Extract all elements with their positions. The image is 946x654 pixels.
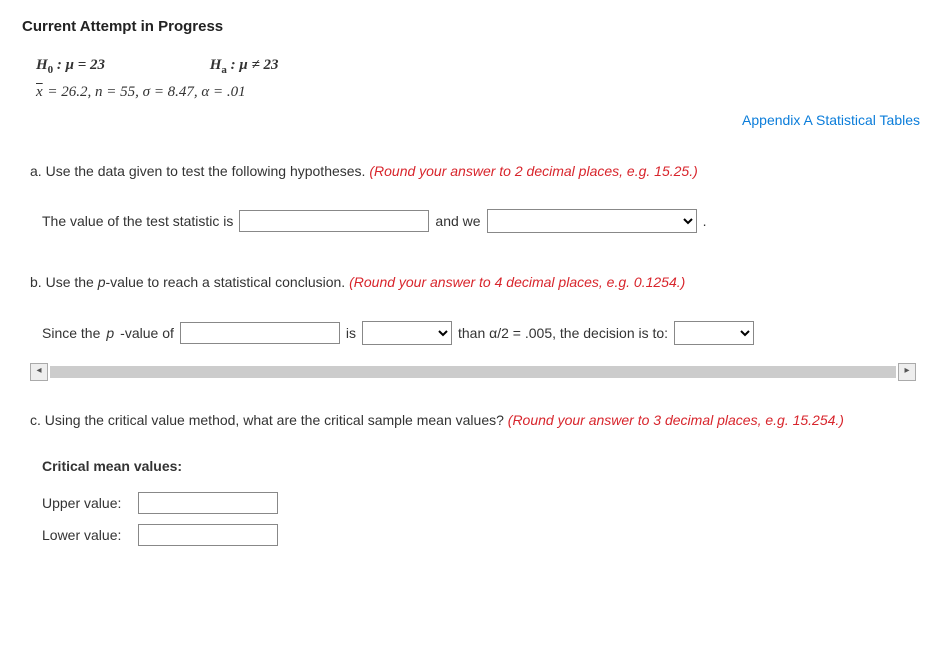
part-a-answer-row: The value of the test statistic is and w… <box>42 209 924 233</box>
stats-line: = 26.2, n = 55, σ = 8.47, α = .01 <box>44 84 246 100</box>
part-b-label: b. <box>30 274 46 290</box>
upper-value-label: Upper value: <box>42 495 132 511</box>
test-statistic-label: The value of the test statistic is <box>42 213 233 229</box>
critical-values-heading: Critical mean values: <box>42 458 924 474</box>
scroll-track[interactable] <box>50 366 896 378</box>
comparison-select[interactable] <box>362 321 452 345</box>
and-we-label: and we <box>435 213 480 229</box>
decision-select-b[interactable] <box>674 321 754 345</box>
part-b-answer-row: Since the p -value of is than α/2 = .005,… <box>42 321 924 345</box>
ha-body: : μ ≠ 23 <box>227 57 279 73</box>
since-before: Since the <box>42 325 100 341</box>
decision-select-a[interactable] <box>487 209 697 233</box>
is-label: is <box>346 325 356 341</box>
since-p: p <box>106 325 114 341</box>
part-a-text: Use the data given to test the following… <box>46 163 370 179</box>
part-b-text-before: Use the <box>46 274 98 290</box>
part-a-label: a. <box>30 163 46 179</box>
ha-prefix: H <box>210 57 222 73</box>
upper-value-input[interactable] <box>138 492 278 514</box>
page-title: Current Attempt in Progress <box>22 18 924 35</box>
horizontal-scrollbar[interactable]: ◂ ▸ <box>30 363 916 381</box>
lower-value-input[interactable] <box>138 524 278 546</box>
part-a-hint: (Round your answer to 2 decimal places, … <box>369 163 697 179</box>
scroll-right-button[interactable]: ▸ <box>898 363 916 381</box>
hypotheses-block: H0 : μ = 23 Ha : μ ≠ 23 x = 26.2, n = 55… <box>36 53 924 104</box>
part-b-question: b. Use the p-value to reach a statistica… <box>30 273 924 293</box>
part-b-hint: (Round your answer to 4 decimal places, … <box>349 274 685 290</box>
since-after: -value of <box>120 325 174 341</box>
lower-value-label: Lower value: <box>42 527 132 543</box>
part-a-period: . <box>703 213 707 229</box>
part-a-question: a. Use the data given to test the follow… <box>30 162 924 182</box>
test-statistic-input[interactable] <box>239 210 429 232</box>
appendix-link[interactable]: Appendix A Statistical Tables <box>22 112 920 128</box>
upper-value-row: Upper value: <box>42 492 924 514</box>
part-b-text-after: -value to reach a statistical conclusion… <box>106 274 350 290</box>
part-c-hint: (Round your answer to 3 decimal places, … <box>508 412 844 428</box>
part-b-pword: p <box>98 274 106 290</box>
than-text: than α/2 = .005, the decision is to: <box>458 325 668 341</box>
h0-body: : μ = 23 <box>53 57 105 73</box>
h0-prefix: H <box>36 57 48 73</box>
part-c-label: c. <box>30 412 45 428</box>
lower-value-row: Lower value: <box>42 524 924 546</box>
part-c-question: c. Using the critical value method, what… <box>30 411 924 431</box>
scroll-left-button[interactable]: ◂ <box>30 363 48 381</box>
p-value-input[interactable] <box>180 322 340 344</box>
part-c-text: Using the critical value method, what ar… <box>45 412 508 428</box>
xbar-symbol: x <box>36 80 44 104</box>
